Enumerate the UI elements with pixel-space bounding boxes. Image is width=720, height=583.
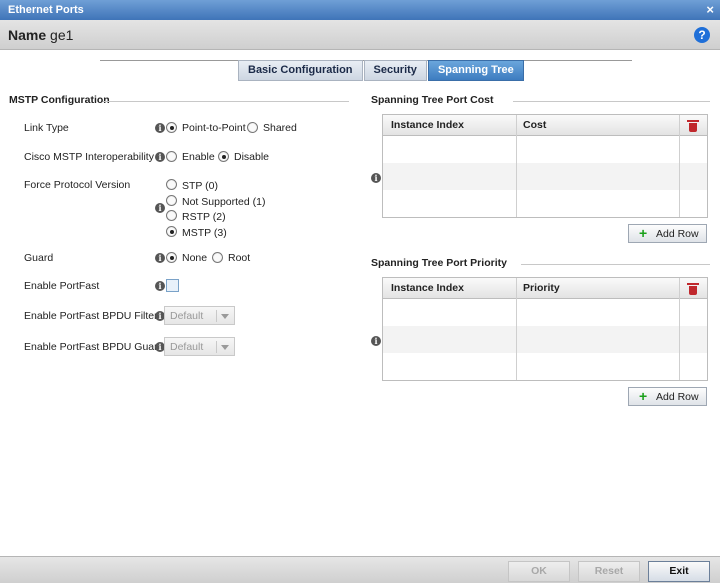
portfast-label: Enable PortFast [24, 280, 100, 292]
cisco-mstp-enable-label: Enable [182, 151, 215, 163]
force-protocol-not-supported-label: Not Supported (1) [182, 196, 266, 208]
name-label-group: Name ge1 [8, 27, 73, 43]
force-protocol-info-icon[interactable]: i [155, 203, 165, 213]
window-title: Ethernet Ports [8, 4, 84, 16]
port-cost-col-instance-index: Instance Index [391, 119, 464, 131]
force-protocol-label: Force Protocol Version [24, 179, 131, 191]
mstp-section-title: MSTP Configuration [9, 94, 110, 106]
guard-info-icon[interactable]: i [155, 253, 165, 263]
tab-spanning-tree[interactable]: Spanning Tree [427, 60, 524, 81]
column-divider [679, 115, 680, 217]
ok-button[interactable]: OK [508, 561, 570, 582]
guard-none-label: None [182, 252, 208, 264]
chevron-down-icon [221, 314, 229, 319]
table-row [383, 326, 707, 353]
port-priority-add-row-button[interactable]: + Add Row [628, 387, 707, 406]
port-priority-section-line [521, 264, 710, 265]
link-type-point-to-point-radio[interactable] [166, 122, 177, 133]
link-type-info-icon[interactable]: i [155, 123, 165, 133]
force-protocol-rstp-radio[interactable] [166, 210, 177, 221]
guard-label: Guard [24, 252, 54, 264]
port-priority-col-priority: Priority [523, 282, 560, 294]
reset-button[interactable]: Reset [578, 561, 640, 582]
name-bar: Name ge1 ? [0, 20, 720, 50]
link-type-shared-radio[interactable] [247, 122, 258, 133]
port-cost-info-icon[interactable]: i [371, 173, 381, 183]
port-priority-info-icon[interactable]: i [371, 336, 381, 346]
bpdu-guard-value: Default [170, 341, 204, 353]
port-cost-section-line [513, 101, 710, 102]
column-divider [516, 278, 517, 380]
portfast-info-icon[interactable]: i [155, 281, 165, 291]
bpdu-filter-label: Enable PortFast BPDU Filter [24, 310, 158, 322]
mstp-section-line [103, 101, 349, 102]
guard-root-radio[interactable] [212, 252, 223, 263]
link-type-point-to-point-label: Point-to-Point [182, 122, 246, 134]
chevron-down-icon [221, 345, 229, 350]
port-cost-add-row-label: Add Row [656, 228, 699, 240]
name-value: ge1 [50, 27, 74, 43]
column-divider [679, 278, 680, 380]
close-icon[interactable]: × [706, 2, 714, 17]
guard-root-label: Root [228, 252, 251, 264]
port-cost-table-header: Instance Index Cost [383, 115, 707, 136]
window-title-bar: Ethernet Ports × [0, 0, 720, 20]
guard-none-radio[interactable] [166, 252, 177, 263]
port-priority-table-header: Instance Index Priority [383, 278, 707, 299]
footer-bar: OK Reset Exit [0, 556, 720, 583]
tab-bar: Basic Configuration Security Spanning Tr… [238, 60, 525, 81]
link-type-label: Link Type [24, 122, 69, 134]
exit-button[interactable]: Exit [648, 561, 710, 582]
name-label: Name [8, 27, 47, 43]
table-row [383, 163, 707, 190]
port-priority-section-title: Spanning Tree Port Priority [371, 257, 507, 269]
select-separator [216, 341, 217, 353]
force-protocol-stp-label: STP (0) [182, 180, 218, 192]
cisco-mstp-label: Cisco MSTP Interoperability [24, 151, 154, 163]
force-protocol-rstp-label: RSTP (2) [182, 211, 226, 223]
bpdu-guard-select[interactable]: Default [164, 337, 235, 356]
force-protocol-stp-radio[interactable] [166, 179, 177, 190]
cisco-mstp-enable-radio[interactable] [166, 151, 177, 162]
port-cost-table: Instance Index Cost [382, 114, 708, 218]
bpdu-filter-value: Default [170, 310, 204, 322]
port-cost-add-row-button[interactable]: + Add Row [628, 224, 707, 243]
plus-icon: + [639, 388, 648, 404]
port-cost-col-cost: Cost [523, 119, 547, 131]
bpdu-guard-label: Enable PortFast BPDU Guard [24, 341, 164, 353]
tab-security[interactable]: Security [363, 60, 427, 81]
force-protocol-not-supported-radio[interactable] [166, 195, 177, 206]
link-type-shared-label: Shared [263, 122, 297, 134]
portfast-checkbox[interactable] [166, 279, 179, 292]
bpdu-filter-select[interactable]: Default [164, 306, 235, 325]
delete-icon[interactable] [687, 283, 699, 295]
cisco-mstp-disable-label: Disable [234, 151, 270, 163]
port-priority-add-row-label: Add Row [656, 391, 699, 403]
plus-icon: + [639, 225, 648, 241]
select-separator [216, 310, 217, 322]
force-protocol-mstp-radio[interactable] [166, 226, 177, 237]
tab-basic-configuration[interactable]: Basic Configuration [238, 60, 363, 81]
force-protocol-mstp-label: MSTP (3) [182, 227, 227, 239]
delete-icon[interactable] [687, 120, 699, 132]
port-cost-section-title: Spanning Tree Port Cost [371, 94, 494, 106]
port-priority-table: Instance Index Priority [382, 277, 708, 381]
cisco-mstp-disable-radio[interactable] [218, 151, 229, 162]
column-divider [516, 115, 517, 217]
help-icon[interactable]: ? [694, 27, 710, 43]
port-priority-col-instance-index: Instance Index [391, 282, 464, 294]
cisco-mstp-info-icon[interactable]: i [155, 152, 165, 162]
